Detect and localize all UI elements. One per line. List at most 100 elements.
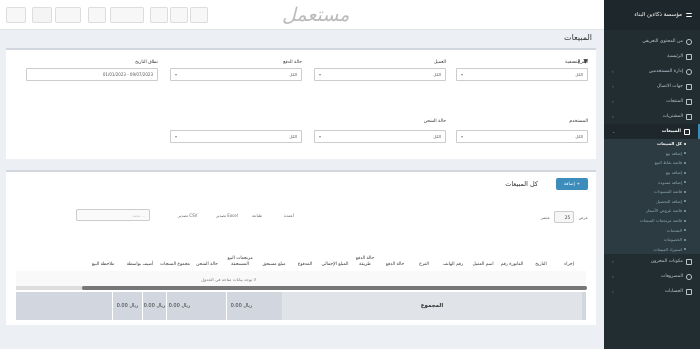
sidebar-subitem-collection[interactable]: إضافة التحصيل [604,197,700,207]
pos-button[interactable] [110,7,144,23]
sidebar-item-products[interactable]: ‹ المنتجات [604,94,700,109]
table-column-header[interactable]: الفرع [410,222,438,268]
user-label: المستخدم [569,119,588,124]
table-column-header[interactable]: المبلغ الإجمالي [320,222,350,268]
sidebar-item-label: المشتريات [662,114,683,119]
table-column-header[interactable]: مجموع المنتجات [158,222,192,268]
shipping-status-select-value: الكل [433,134,441,139]
sidebar-company-header[interactable]: مؤسسة ذكاءين البناء [604,0,700,30]
sidebar-subitem-label: كل المبيعات [656,141,682,147]
table-column-header[interactable]: أضيف بواسطة [122,222,158,268]
table-column-header[interactable]: مرتجعات البيع المستحقة [222,222,258,268]
sidebar-item-expenses[interactable]: ‹ المصروفات [604,269,700,284]
column-visibility-button[interactable]: أعمدة [284,213,294,218]
sidebar-subitem-label: إضافة مسودة [658,179,682,185]
sidebar-subitem-add-draft[interactable]: إضافة مسودة [604,177,700,187]
table-column-header[interactable]: الفاتورة رقم [498,222,526,268]
location-select[interactable]: ▾ الكل [456,68,588,81]
footer-total-due: 0.00 ريال [142,292,166,320]
sidebar-item-label: المنتجات [666,99,683,104]
sidebar-subitem-label: قائمة مرتجعات المبيعات [639,218,682,224]
sidebar-subitem-sales-returns[interactable]: قائمة مرتجعات المبيعات [604,216,700,226]
export-excel-button[interactable]: تصدير Excel [216,213,238,218]
table-column-header[interactable]: حالة الدفع [380,222,410,268]
user-menu-button[interactable] [55,7,81,23]
minus-circle-icon [686,273,692,280]
sidebar-subitem-all-sales[interactable]: كل المبيعات [604,139,700,149]
export-csv-button[interactable]: تصدير CSV [178,213,197,218]
extra-filter-select[interactable]: ▾ الكل [170,130,302,143]
date-range-label: نطاق التاريخ [135,60,158,65]
sidebar-subitem-import-sales[interactable]: استيراد المبيعات [604,245,700,255]
sidebar-subitem-pos-list[interactable]: قائمة نقاط البيع [604,158,700,168]
filter-panel: التصفية ▼ الفرع ▾ الكل العميل ▾ الكل حال… [6,48,596,159]
chevron-down-icon: ▾ [461,72,464,77]
user-select[interactable]: ▾ الكل [456,130,588,143]
sales-panel-title: كل المبيعات [505,180,538,188]
horizontal-scrollbar[interactable] [82,286,587,290]
sidebar-item-sales[interactable]: ⌄ المبيعات [604,124,700,139]
sidebar-item-accounts[interactable]: ‹ الحسابات [604,284,700,299]
table-column-header[interactable]: مبلغ مستحق [258,222,290,268]
add-icon[interactable] [150,7,168,23]
print-button[interactable]: طباعة [252,213,262,218]
expand-icon[interactable] [190,7,208,23]
sidebar-item-home[interactable]: الرئيسية [604,49,700,64]
search-input[interactable]: بحث ... [76,209,150,221]
sidebar-subitem-label: الشحنات [666,227,682,233]
sidebar-subitem-label: قائمة عروض الأسعار [645,208,682,214]
sidebar-item-purchases[interactable]: ‹ المشتريات [604,109,700,124]
sidebar-item-stock[interactable]: ‹ مكونات المخزون [604,254,700,269]
table-column-header[interactable]: رقم الهاتف [438,222,468,268]
table-column-header[interactable]: إجراء [556,222,582,268]
menu-toggle-button[interactable] [6,7,26,23]
chevron-left-icon: ‹ [612,114,614,119]
customer-select[interactable]: ▾ الكل [314,68,446,81]
table-column-header[interactable]: حالة الدفع طريقة [350,222,380,268]
notifications-icon[interactable] [88,7,106,23]
bullet-icon [684,142,686,145]
sidebar-subitem-quotations[interactable]: قائمة عروض الأسعار [604,206,700,216]
sidebar-item-users[interactable]: ‹ إدارة المستخدمين [604,64,700,79]
payment-status-select[interactable]: ▾ الكل [170,68,302,81]
table-column-header[interactable]: ملاحظة البيع [84,222,122,268]
sidebar-subitem-discounts[interactable]: الخصومات [604,235,700,245]
chevron-down-icon: ▾ [175,72,178,77]
table-column-header[interactable]: التاريخ [526,222,556,268]
chevron-down-icon: ⌄ [612,129,616,134]
page-title: المبيعات [564,33,592,42]
sidebar-item-intro[interactable]: من المحتوى التعريفي [604,34,700,49]
sidebar-item-contacts[interactable]: ‹ جهات الاتصال [604,79,700,94]
page-length-value: 25 [564,215,570,220]
sidebar-subitem-add-sale-2[interactable]: إضافة بيع [604,168,700,178]
chevron-left-icon: ‹ [612,99,614,104]
show-label: عرض [578,215,588,220]
table-column-header[interactable]: اسم العميل [468,222,498,268]
customer-label: العميل [433,60,446,65]
shipping-status-select[interactable]: ▾ الكل [314,130,446,143]
calculator-icon[interactable] [32,7,52,23]
extra-filter-select-value: الكل [289,134,297,139]
calendar-icon[interactable] [170,7,188,23]
sidebar-subitem-drafts[interactable]: قائمة المسودات [604,187,700,197]
table-column-header[interactable]: حالة الشحن [192,222,222,268]
money-icon [686,288,692,295]
shipping-status-label: حالة الشحن [423,119,446,124]
date-range-input[interactable]: 01/01/2023 - 09/07/2023 [26,68,158,81]
location-label: الفرع [577,60,588,65]
chevron-down-icon: ▾ [461,134,464,139]
bullet-icon [684,200,686,203]
table-footer-row: 0.00 ريال 0.00 ريال 0.00 ريال 0.00 ريال … [16,292,586,320]
chevron-down-icon: ▾ [319,72,322,77]
sidebar-item-label: جهات الاتصال [656,84,683,89]
truck-icon [686,258,692,265]
user-select-value: الكل [575,134,583,139]
sidebar-item-label: الحسابات [664,289,683,295]
table-column-header[interactable]: المدفوع [290,222,320,268]
sidebar-subitem-shipments[interactable]: الشحنات [604,225,700,235]
home-icon [686,53,692,60]
chevron-down-icon: ▾ [175,134,178,139]
add-sale-button[interactable]: إضافة + [556,178,588,190]
sidebar-subitem-add-sale[interactable]: إضافة بيع [604,149,700,159]
bullet-icon [684,171,686,174]
